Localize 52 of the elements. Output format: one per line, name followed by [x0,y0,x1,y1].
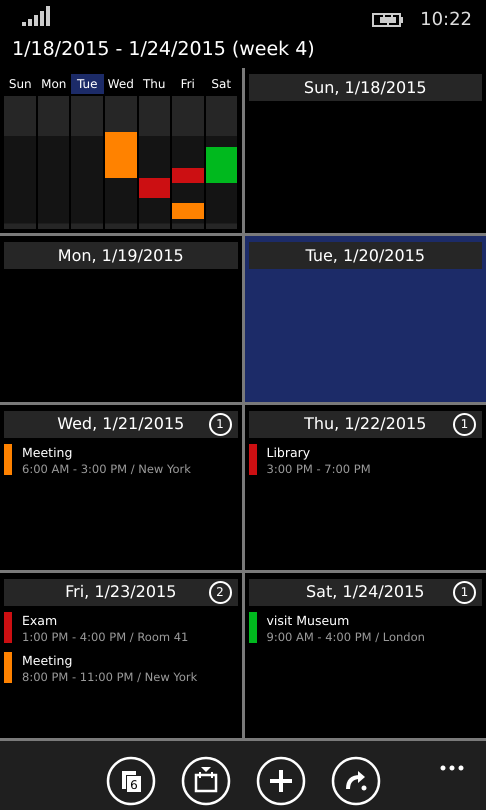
day-tile[interactable]: Thu, 1/22/2015 1 Library 3:00 PM - 7:00 PM [244,404,486,570]
today-button[interactable]: 6 [104,755,156,807]
event-time: 6:00 AM - 3:00 PM / New York [22,460,191,478]
day-tile[interactable]: Wed, 1/21/2015 1 Meeting 6:00 AM - 3:00 PM / New York [0,404,242,570]
day-tile[interactable]: Mon, 1/19/2015 [0,236,242,402]
event-title[interactable]: Meeting [22,652,198,669]
day-label[interactable]: Fri [172,74,204,94]
event-count-badge: 1 [453,580,476,604]
event-time: 3:00 PM - 7:00 PM [266,460,371,478]
day-date: Sun, 1/18/2015 [304,76,427,98]
day-label[interactable]: Tue [71,74,104,94]
event-block[interactable] [138,178,170,198]
add-button[interactable] [254,755,306,807]
day-date: Mon, 1/19/2015 [58,244,184,267]
day-label[interactable]: Sat [205,74,238,94]
day-tile[interactable]: Sat, 1/24/2015 1 visit Museum 9:00 AM - 4:00 PM / London [244,572,486,738]
go-to-date-button[interactable] [180,755,232,807]
redo-button[interactable] [330,755,382,807]
day-label[interactable]: Thu [138,74,170,94]
day-column[interactable] [138,96,170,230]
event-title[interactable]: visit Museum [266,612,425,629]
battery-charging-icon [372,12,404,28]
event-count-badge: 2 [208,580,232,604]
event-block[interactable] [172,168,204,184]
event-title[interactable]: Library [266,444,371,460]
event-title[interactable]: Exam [22,612,188,629]
event-block[interactable] [104,132,137,178]
signal-icon [22,6,52,26]
day-date: Wed, 1/21/2015 [57,413,184,435]
day-column[interactable] [172,96,204,230]
day-date: Fri, 1/23/2015 [65,581,176,604]
day-label[interactable]: Wed [104,74,137,94]
day-date: Thu, 1/22/2015 [304,413,426,435]
day-date: Tue, 1/20/2015 [305,244,426,267]
week-title: 1/18/2015 - 1/24/2015 (week 4) [11,37,316,62]
event-time: 1:00 PM - 4:00 PM / Room 41 [22,628,188,646]
day-tile[interactable]: Sun, 1/18/2015 [244,68,486,234]
event-count-badge: 1 [208,412,232,436]
event-time: 9:00 AM - 4:00 PM / London [266,628,425,646]
day-date: Sat, 1/24/2015 [306,581,424,604]
day-column[interactable] [206,96,238,230]
clock: 10:22 [420,8,472,32]
day-tile[interactable]: Tue, 1/20/2015 [244,236,486,402]
day-label[interactable]: Mon [38,74,70,94]
more-icon[interactable] [440,764,464,771]
event-time: 8:00 PM - 11:00 PM / New York [22,668,198,686]
event-title[interactable]: Meeting [22,444,191,460]
event-block[interactable] [206,147,238,184]
event-count-badge: 1 [453,412,476,436]
day-column[interactable] [104,96,137,230]
day-tile[interactable]: Fri, 1/23/2015 2 Exam 1:00 PM - 4:00 PM / Room 41 Meeting 8:00 PM - 11:00 PM / New York [0,572,242,738]
day-label[interactable]: Sun [4,74,36,94]
